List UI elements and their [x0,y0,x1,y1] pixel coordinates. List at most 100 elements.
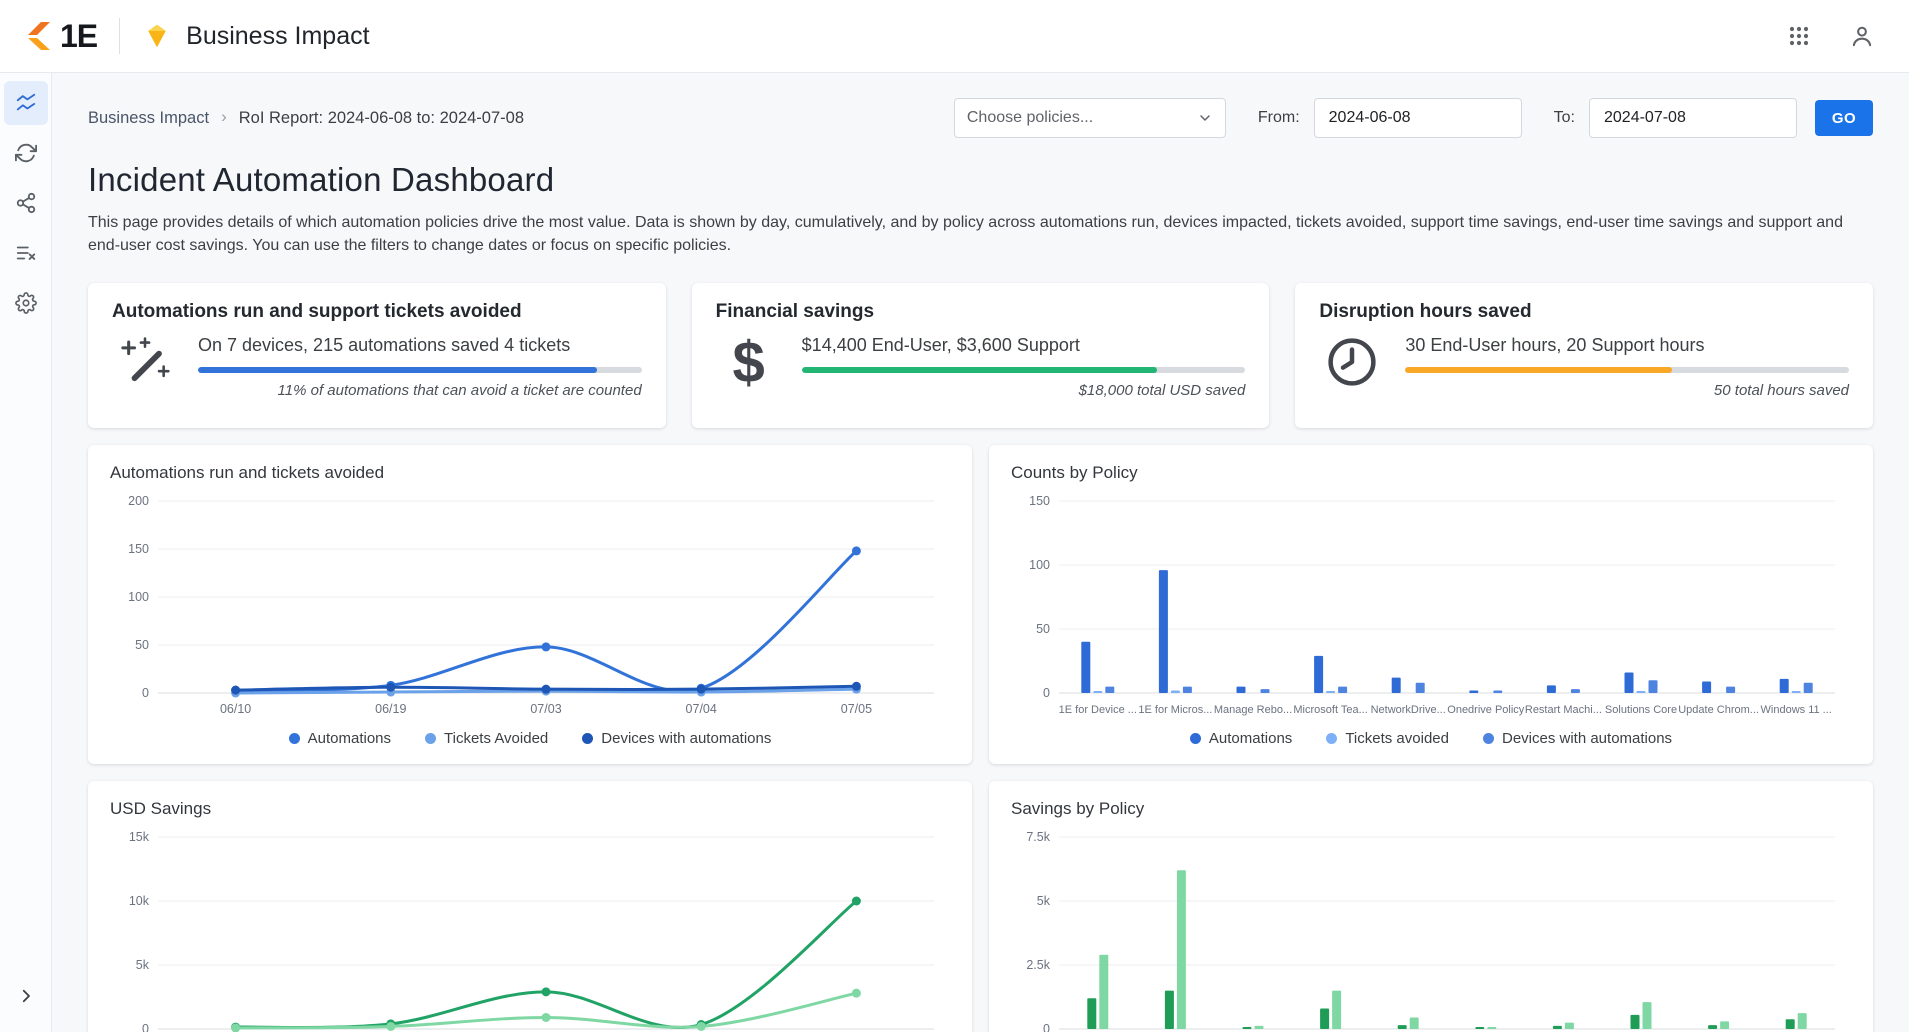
svg-text:100: 100 [1029,558,1050,572]
legend-dot-icon [582,733,593,744]
list-x-icon [15,242,37,264]
chart-card-usd-savings: USD Savings 05k10k15k06/1006/1907/0307/0… [88,781,972,1032]
sidebar-item-topology[interactable] [4,181,48,225]
progress-fill [1405,367,1671,373]
svg-text:Solutions Core: Solutions Core [1605,704,1677,716]
chart-legend: Automations Tickets Avoided Devices with a… [108,730,952,747]
svg-text:Update Chrom...: Update Chrom... [1678,704,1759,716]
svg-text:0: 0 [142,1022,149,1032]
stat-card-disruption-hours: Disruption hours saved 30 End-User hours… [1295,283,1873,428]
legend-item[interactable]: Tickets Avoided [425,730,548,747]
svg-text:0: 0 [1043,686,1050,700]
legend-item[interactable]: Automations [1190,730,1292,747]
breadcrumb: Business Impact › RoI Report: 2024-06-08… [88,108,524,128]
topbar: 1E Business Impact [0,0,1909,73]
svg-text:0: 0 [1043,1022,1050,1032]
svg-text:Onedrive Policy: Onedrive Policy [1447,704,1525,716]
stat-value: 30 End-User hours, 20 Support hours [1405,335,1849,356]
legend-dot-icon [289,733,300,744]
svg-text:NetworkDrive...: NetworkDrive... [1371,704,1446,716]
breadcrumb-current: RoI Report: 2024-06-08 to: 2024-07-08 [239,109,524,128]
toolbar: Business Impact › RoI Report: 2024-06-08… [88,95,1873,141]
stat-card-title: Disruption hours saved [1319,301,1849,323]
1e-logo-mark-icon [22,19,56,53]
progress-fill [198,367,597,373]
svg-text:Restart Machi...: Restart Machi... [1525,704,1602,716]
legend-item[interactable]: Tickets avoided [1326,730,1449,747]
usd-savings-line-chart[interactable]: 05k10k15k06/1006/1907/0307/0407/05 [108,825,952,1032]
svg-text:200: 200 [128,494,149,508]
sidebar-item-dashboard[interactable] [4,81,48,125]
progress-track [1405,367,1849,373]
svg-text:10k: 10k [129,894,150,908]
savings-bar-chart[interactable]: 02.5k5k7.5k1E for Device ...1E for Micro… [1009,825,1853,1032]
legend-label: Automations [1209,730,1292,747]
page-title: Incident Automation Dashboard [88,161,1873,199]
svg-text:06/19: 06/19 [375,702,406,716]
svg-text:150: 150 [128,542,149,556]
charts-grid: Automations run and tickets avoided 0 50 1… [88,445,1873,1032]
breadcrumb-chevron-icon: › [221,107,227,127]
business-impact-product-icon [142,21,172,51]
legend-dot-icon [1190,733,1201,744]
legend-label: Automations [308,730,391,747]
progress-fill [802,367,1157,373]
sync-icon [15,142,37,164]
sidebar [0,73,52,1032]
svg-text:5k: 5k [136,958,150,972]
chart-legend: Automations Tickets avoided Devices with a… [1009,730,1853,747]
legend-item[interactable]: Devices with automations [582,730,771,747]
svg-text:Microsoft Tea...: Microsoft Tea... [1293,704,1367,716]
choose-policies-placeholder: Choose policies... [967,109,1093,127]
sidebar-expand-button[interactable] [4,974,48,1018]
summary-cards-row: Automations run and support tickets avoi… [88,283,1873,428]
stat-card-title: Automations run and support tickets avoi… [112,301,642,323]
legend-label: Devices with automations [1502,730,1672,747]
chart-title: USD Savings [110,799,952,819]
go-button[interactable]: GO [1815,100,1873,136]
legend-dot-icon [1483,733,1494,744]
legend-item[interactable]: Devices with automations [1483,730,1672,747]
counts-bar-chart[interactable]: 0 50 100 150 1E for Device ...1E for Micros.… [1009,489,1853,726]
legend-item[interactable]: Automations [289,730,391,747]
stat-card-financial-savings: Financial savings $ $14,400 End-User, $3… [692,283,1270,428]
app-title: Business Impact [186,22,369,51]
svg-text:07/05: 07/05 [841,702,872,716]
choose-policies-select[interactable]: Choose policies... [954,98,1226,138]
stat-value: On 7 devices, 215 automations saved 4 ti… [198,335,642,356]
to-date-input[interactable] [1589,98,1797,138]
legend-label: Tickets Avoided [444,730,548,747]
topbar-actions [1783,19,1879,53]
chart-card-savings-by-policy: Savings by Policy 02.5k5k7.5k1E for Devi… [989,781,1873,1032]
svg-text:1E for Micros...: 1E for Micros... [1138,704,1212,716]
sidebar-item-policies[interactable] [4,231,48,275]
automations-line-chart[interactable]: 05010015020006/1006/1907/0307/0407/05 [108,489,952,726]
chart-title: Automations run and tickets avoided [110,463,952,483]
svg-text:07/03: 07/03 [530,702,561,716]
svg-text:07/04: 07/04 [686,702,717,716]
chart-card-automations-tickets: Automations run and tickets avoided 0501… [88,445,972,764]
chart-title: Savings by Policy [1011,799,1853,819]
chart-title: Counts by Policy [1011,463,1853,483]
svg-text:15k: 15k [129,830,150,844]
from-date-input[interactable] [1314,98,1522,138]
legend-label: Tickets avoided [1345,730,1449,747]
svg-text:1E for Device ...: 1E for Device ... [1059,704,1137,716]
account-icon[interactable] [1845,19,1879,53]
legend-dot-icon [1326,733,1337,744]
sidebar-item-settings[interactable] [4,281,48,325]
1e-logo[interactable]: 1E [22,18,97,55]
settings-gear-icon [15,292,37,314]
breadcrumb-root[interactable]: Business Impact [88,109,209,128]
topology-icon [15,192,37,214]
svg-text:50: 50 [1036,622,1050,636]
topbar-divider [119,18,120,54]
chart-card-counts-by-policy: Counts by Policy 0 50 100 150 1E for Device … [989,445,1873,764]
stat-footnote: 50 total hours saved [1405,382,1849,399]
filter-bar: Choose policies... From: To: GO [954,98,1873,138]
sidebar-item-sync[interactable] [4,131,48,175]
from-label: From: [1258,109,1300,127]
apps-grid-icon[interactable] [1783,20,1815,52]
svg-text:150: 150 [1029,494,1050,508]
svg-text:7.5k: 7.5k [1026,830,1050,844]
